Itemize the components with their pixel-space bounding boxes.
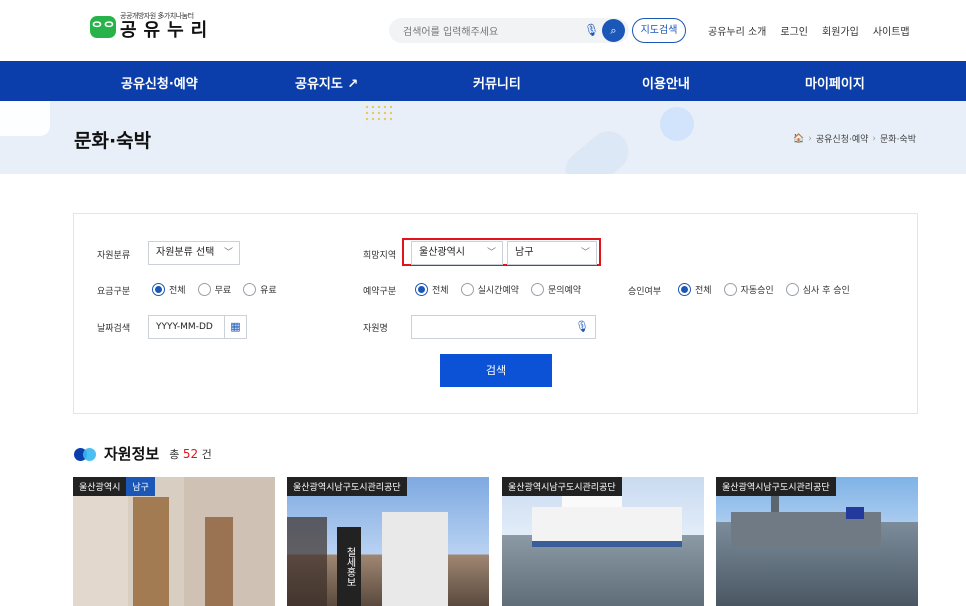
region-district-value: 남구 (515, 247, 534, 258)
card-tag-region: 울산광역시 (73, 477, 127, 496)
region-label: 희망지역 (363, 251, 397, 261)
resource-card[interactable]: 울산광역시남구도시관리공단 (716, 477, 918, 606)
results-count: 52 (182, 446, 199, 461)
nav-item-community[interactable]: 커뮤니티 (473, 73, 521, 92)
results-total: 총 52 건 (169, 446, 212, 461)
util-link-about[interactable]: 공유누리 소개 (708, 23, 766, 38)
reservation-radio-group: 전체 실시간예약 문의예약 (415, 283, 593, 296)
banner-shape-decoration (557, 123, 637, 174)
chevron-right-icon: › (872, 133, 877, 144)
results-title: 자원정보 (104, 445, 160, 463)
util-link-signup[interactable]: 회원가입 (822, 23, 859, 38)
site-logo[interactable]: ᄋᄋ 공공개방자원 多가치나눔터 공유누리 (90, 12, 214, 41)
logo-icon: ᄋᄋ (90, 15, 116, 38)
category-label: 자원분류 (97, 251, 131, 261)
approve-radio-auto[interactable]: 자동승인 (723, 283, 774, 296)
nav-item-guide[interactable]: 이용안내 (642, 73, 690, 92)
date-placeholder: YYYY-MM-DD (156, 322, 213, 332)
chevron-down-icon: ﹀ (486, 248, 496, 258)
global-search-bar[interactable]: 검색어를 입력해주세요 🎙 ⌕ (389, 18, 629, 43)
region-district-select[interactable]: 남구 ﹀ (507, 241, 597, 265)
chevron-down-icon: ﹀ (580, 248, 590, 258)
banner-dots-decoration (364, 104, 392, 124)
location-pin-decoration (660, 107, 694, 141)
chevron-down-icon: ﹀ (223, 248, 233, 258)
logo-name: 공유누리 (120, 20, 215, 41)
search-input[interactable]: 검색어를 입력해주세요 (403, 23, 498, 38)
main-navigation: 공유신청·예약 공유지도 ↗ 커뮤니티 이용안내 마이페이지 (0, 61, 966, 101)
results-header: 자원정보 총 52 건 (74, 443, 212, 464)
fee-radio-all[interactable]: 전체 (152, 283, 186, 296)
nav-item-mypage[interactable]: 마이페이지 (805, 73, 865, 92)
reserve-radio-inquiry[interactable]: 문의예약 (530, 283, 581, 296)
date-field[interactable]: YYYY-MM-DD ▦ (148, 315, 247, 339)
date-label: 날짜검색 (97, 324, 131, 334)
breadcrumb-item-current: 문화·숙박 (880, 135, 916, 145)
resource-card[interactable]: 울산광역시 남구 (73, 477, 275, 606)
reserve-radio-all[interactable]: 전체 (415, 283, 449, 296)
resource-name-input[interactable]: 🎙 (411, 315, 596, 339)
breadcrumb-item[interactable]: 공유신청·예약 (816, 132, 869, 145)
fee-radio-free[interactable]: 무료 (197, 283, 231, 296)
approve-radio-all[interactable]: 전체 (678, 283, 712, 296)
fee-radio-group: 전체 무료 유료 (152, 283, 289, 296)
mic-icon[interactable]: 🎙 (584, 23, 599, 37)
resource-card[interactable]: 울산광역시남구도시관리공단 철세홍보 (287, 477, 489, 606)
approve-radio-review[interactable]: 심사 후 승인 (785, 283, 850, 296)
search-button[interactable]: ⌕ (602, 19, 625, 42)
breadcrumb: 🏠 › 공유신청·예약 › 문화·숙박 (793, 132, 916, 146)
home-icon[interactable]: 🏠 (793, 134, 804, 144)
resource-card[interactable]: 울산광역시남구도시관리공단 (502, 477, 704, 606)
region-city-value: 울산광역시 (419, 247, 465, 258)
util-link-login[interactable]: 로그인 (780, 23, 808, 38)
card-tag-agency: 울산광역시남구도시관리공단 (287, 477, 407, 496)
section-dots-icon (74, 447, 98, 461)
search-submit-button[interactable]: 검색 (440, 354, 552, 387)
fee-radio-paid[interactable]: 유료 (243, 283, 277, 296)
util-link-sitemap[interactable]: 사이트맵 (873, 23, 910, 38)
page-title: 문화·숙박 (74, 130, 152, 152)
calendar-icon[interactable]: ▦ (224, 316, 246, 338)
category-select-value: 자원분류 선택 (156, 247, 215, 258)
approval-label: 승인여부 (628, 287, 662, 297)
banner-decoration (0, 101, 50, 136)
resource-name-label: 자원명 (363, 324, 388, 334)
reserve-radio-realtime[interactable]: 실시간예약 (460, 283, 519, 296)
card-image-sign: 철세홍보 (337, 527, 361, 606)
map-search-button[interactable]: 지도검색 (632, 18, 686, 43)
nav-item-apply[interactable]: 공유신청·예약 (121, 73, 198, 92)
utility-links: 공유누리 소개 로그인 회원가입 사이트맵 (708, 23, 924, 38)
page-banner: 문화·숙박 🏠 › 공유신청·예약 › 문화·숙박 (0, 101, 966, 174)
site-header: ᄋᄋ 공공개방자원 多가치나눔터 공유누리 검색어를 입력해주세요 🎙 ⌕ 지도… (0, 0, 966, 61)
mic-icon[interactable]: 🎙 (575, 320, 589, 333)
card-tag-agency: 울산광역시남구도시관리공단 (502, 477, 622, 496)
chevron-right-icon: › (808, 133, 812, 144)
nav-item-map[interactable]: 공유지도 ↗ (295, 73, 358, 92)
category-select[interactable]: 자원분류 선택 ﹀ (148, 241, 240, 265)
fee-label: 요금구분 (97, 287, 131, 297)
reservation-type-label: 예약구분 (363, 287, 397, 297)
approval-radio-group: 전체 자동승인 심사 후 승인 (678, 283, 862, 296)
card-tag-district: 남구 (126, 477, 155, 496)
card-tag-agency: 울산광역시남구도시관리공단 (716, 477, 836, 496)
region-city-select[interactable]: 울산광역시 ﹀ (411, 241, 503, 265)
